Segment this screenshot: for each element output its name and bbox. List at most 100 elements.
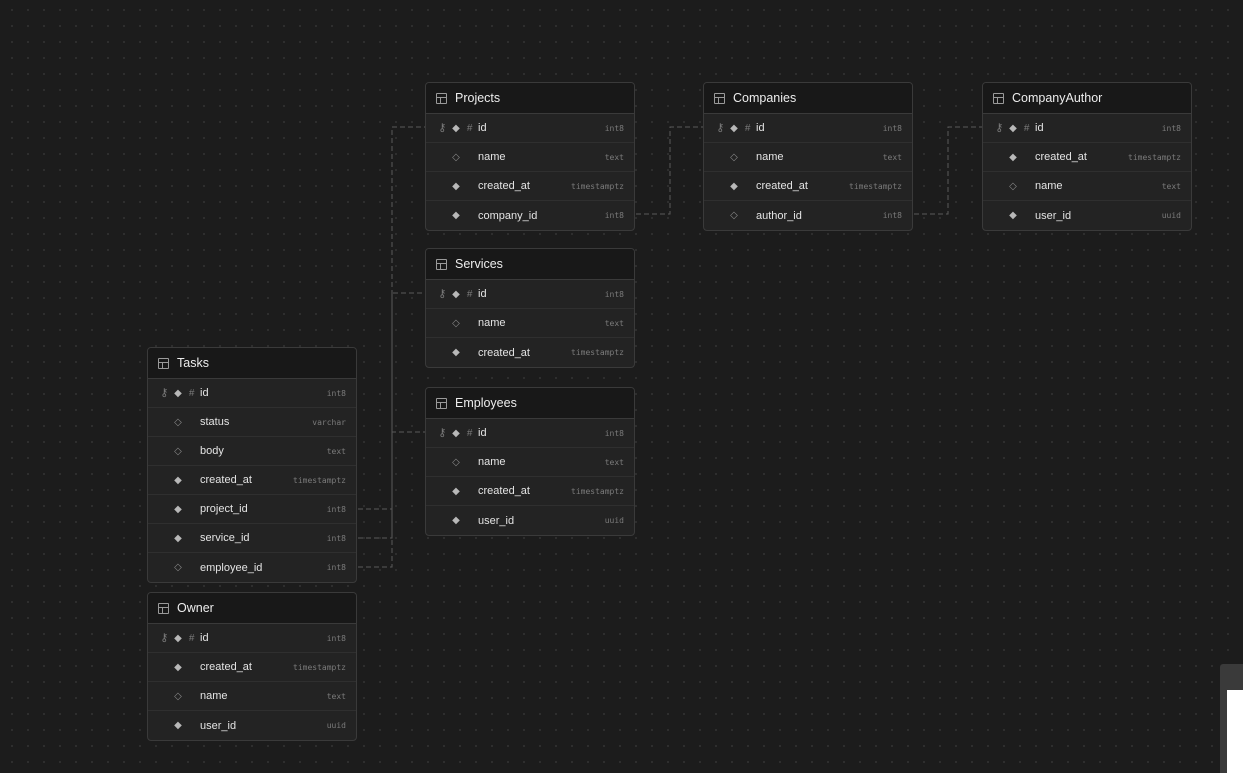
table-node-companies[interactable]: Companies ⚷◆#idint8⚷◇#nametext⚷◆#created…	[703, 82, 913, 231]
table-icon	[158, 602, 169, 614]
column-markers: ⚷◆#	[983, 121, 1035, 134]
column-type: int8	[604, 428, 624, 438]
column-type: timestamptz	[571, 486, 624, 496]
column-name: user_id	[478, 514, 515, 527]
table-header-owner[interactable]: Owner	[148, 593, 356, 624]
column-markers: ⚷◇#	[426, 152, 478, 163]
side-panel-content	[1227, 690, 1243, 773]
table-header-tasks[interactable]: Tasks	[148, 348, 356, 379]
table-header-company-author[interactable]: CompanyAuthor	[983, 83, 1191, 114]
column-type: varchar	[312, 417, 346, 427]
table-title: Companies	[733, 91, 797, 105]
column-row-author-id[interactable]: ⚷◇#author_id int8	[704, 201, 912, 230]
filled-diamond-icon: ◆	[174, 503, 182, 515]
table-header-employees[interactable]: Employees	[426, 388, 634, 419]
column-row-created-at[interactable]: ⚷◆#created_at timestamptz	[426, 338, 634, 367]
hollow-diamond-icon: ◇	[730, 151, 738, 163]
table-node-company-author[interactable]: CompanyAuthor ⚷ ◆ # id int8 ⚷◆#created_at time…	[982, 82, 1192, 231]
key-icon: ⚷	[438, 121, 447, 134]
column-markers: ⚷◆#	[148, 662, 200, 673]
column-name: name	[756, 151, 784, 163]
column-row-employee-id[interactable]: ⚷◇#employee_id int8	[148, 553, 356, 582]
column-row-project-id[interactable]: ⚷◆#project_id int8	[148, 495, 356, 524]
column-row-id[interactable]: ⚷ ◆ # id int8	[426, 114, 634, 143]
hash-icon: #	[188, 387, 195, 399]
column-list: ⚷◆#idint8⚷◇#nametext⚷◆#created_attimesta…	[426, 419, 634, 535]
column-list: ⚷◆#idint8⚷◆#created_attimestamptz⚷◇#name…	[983, 114, 1191, 230]
table-icon	[158, 357, 169, 369]
column-row-created-at[interactable]: ⚷◆#created_at timestamptz	[704, 172, 912, 201]
column-name: created_at	[478, 485, 530, 497]
column-row-body[interactable]: ⚷◇#body text	[148, 437, 356, 466]
column-row-user-id[interactable]: ⚷◆#user_id uuid	[983, 201, 1191, 230]
column-type: int8	[882, 211, 902, 220]
column-row-id[interactable]: ⚷ ◆ # id int8	[148, 624, 356, 653]
table-node-services[interactable]: Services ⚷◆#idint8⚷◇#nametext⚷◆#created_…	[425, 248, 635, 368]
column-row-created-at[interactable]: ⚷◆#created_at timestamptz	[148, 466, 356, 495]
table-node-tasks[interactable]: Tasks ⚷◆#idint8⚷◇#statusvarchar⚷◇#bodyte…	[147, 347, 357, 583]
column-type: text	[604, 152, 624, 162]
column-row-name[interactable]: ⚷◇#name text	[148, 682, 356, 711]
column-row-status[interactable]: ⚷◇#status varchar	[148, 408, 356, 437]
column-type: int8	[604, 289, 624, 299]
column-row-service-id[interactable]: ⚷◆#service_id int8	[148, 524, 356, 553]
column-type: int8	[326, 533, 346, 543]
column-type: uuid	[326, 721, 346, 730]
column-row-created-at[interactable]: ⚷◆#created_at timestamptz	[426, 172, 634, 201]
hash-icon: #	[188, 632, 195, 644]
column-markers: ⚷◆#	[148, 386, 200, 399]
key-icon: ⚷	[716, 121, 725, 134]
filled-diamond-icon: ◆	[452, 347, 460, 358]
column-row-id[interactable]: ⚷ ◆ # id int8	[704, 114, 912, 143]
column-type: timestamptz	[571, 348, 624, 357]
schema-canvas[interactable]: Projects ⚷◆#idint8⚷◇#nametext⚷◆#created_…	[0, 0, 1243, 773]
column-row-user-id[interactable]: ⚷◆#user_id uuid	[148, 711, 356, 740]
column-row-company-id[interactable]: ⚷◆#company_id int8	[426, 201, 634, 230]
column-row-user-id[interactable]: ⚷◆#user_id uuid	[426, 506, 634, 535]
column-type: text	[1161, 181, 1181, 191]
table-header-services[interactable]: Services	[426, 249, 634, 280]
key-icon: ⚷	[995, 121, 1004, 134]
column-type: int8	[326, 388, 346, 398]
hash-icon: #	[1023, 122, 1030, 134]
column-row-name[interactable]: ⚷◇#name text	[704, 143, 912, 172]
column-row-name[interactable]: ⚷◇#name text	[426, 448, 634, 477]
table-node-owner[interactable]: Owner ⚷◆#idint8⚷◆#created_attimestamptz⚷…	[147, 592, 357, 741]
column-type: text	[604, 318, 624, 328]
column-markers: ⚷◆#	[148, 475, 200, 486]
table-header-projects[interactable]: Projects	[426, 83, 634, 114]
column-name: id	[756, 122, 765, 134]
table-icon	[436, 397, 447, 409]
column-name: employee_id	[200, 561, 263, 574]
table-node-employees[interactable]: Employees ⚷◆#idint8⚷◇#nametext⚷◆#created…	[425, 387, 635, 536]
column-type: int8	[604, 123, 624, 133]
column-row-created-at[interactable]: ⚷◆#created_at timestamptz	[148, 653, 356, 682]
side-panel-edge[interactable]	[1220, 664, 1243, 773]
key-icon: ⚷	[160, 386, 169, 399]
column-row-id[interactable]: ⚷ ◆ # id int8	[983, 114, 1191, 143]
column-row-id[interactable]: ⚷ ◆ # id int8	[426, 280, 634, 309]
edge-tasks-project-id-to-projects-id	[358, 126, 425, 510]
column-markers: ⚷◆#	[426, 347, 478, 358]
hash-icon: #	[744, 122, 751, 134]
table-header-companies[interactable]: Companies	[704, 83, 912, 114]
column-row-id[interactable]: ⚷ ◆ # id int8	[426, 419, 634, 448]
filled-diamond-icon: ◆	[174, 474, 182, 486]
column-row-name[interactable]: ⚷◇#name text	[426, 143, 634, 172]
column-name: name	[1035, 180, 1063, 192]
column-type: timestamptz	[293, 475, 346, 485]
column-row-created-at[interactable]: ⚷◆#created_at timestamptz	[983, 143, 1191, 172]
column-row-created-at[interactable]: ⚷◆#created_at timestamptz	[426, 477, 634, 506]
column-name: service_id	[200, 532, 250, 544]
column-markers: ⚷◆#	[148, 533, 200, 544]
column-row-name[interactable]: ⚷◇#name text	[983, 172, 1191, 201]
table-title: Tasks	[177, 356, 209, 370]
hollow-diamond-icon: ◇	[452, 317, 460, 329]
column-type: text	[326, 446, 346, 456]
column-row-name[interactable]: ⚷◇#name text	[426, 309, 634, 338]
table-title: Owner	[177, 601, 214, 615]
table-icon	[436, 258, 447, 270]
column-row-id[interactable]: ⚷ ◆ # id int8	[148, 379, 356, 408]
table-node-projects[interactable]: Projects ⚷◆#idint8⚷◇#nametext⚷◆#created_…	[425, 82, 635, 231]
column-markers: ⚷◇#	[704, 152, 756, 163]
